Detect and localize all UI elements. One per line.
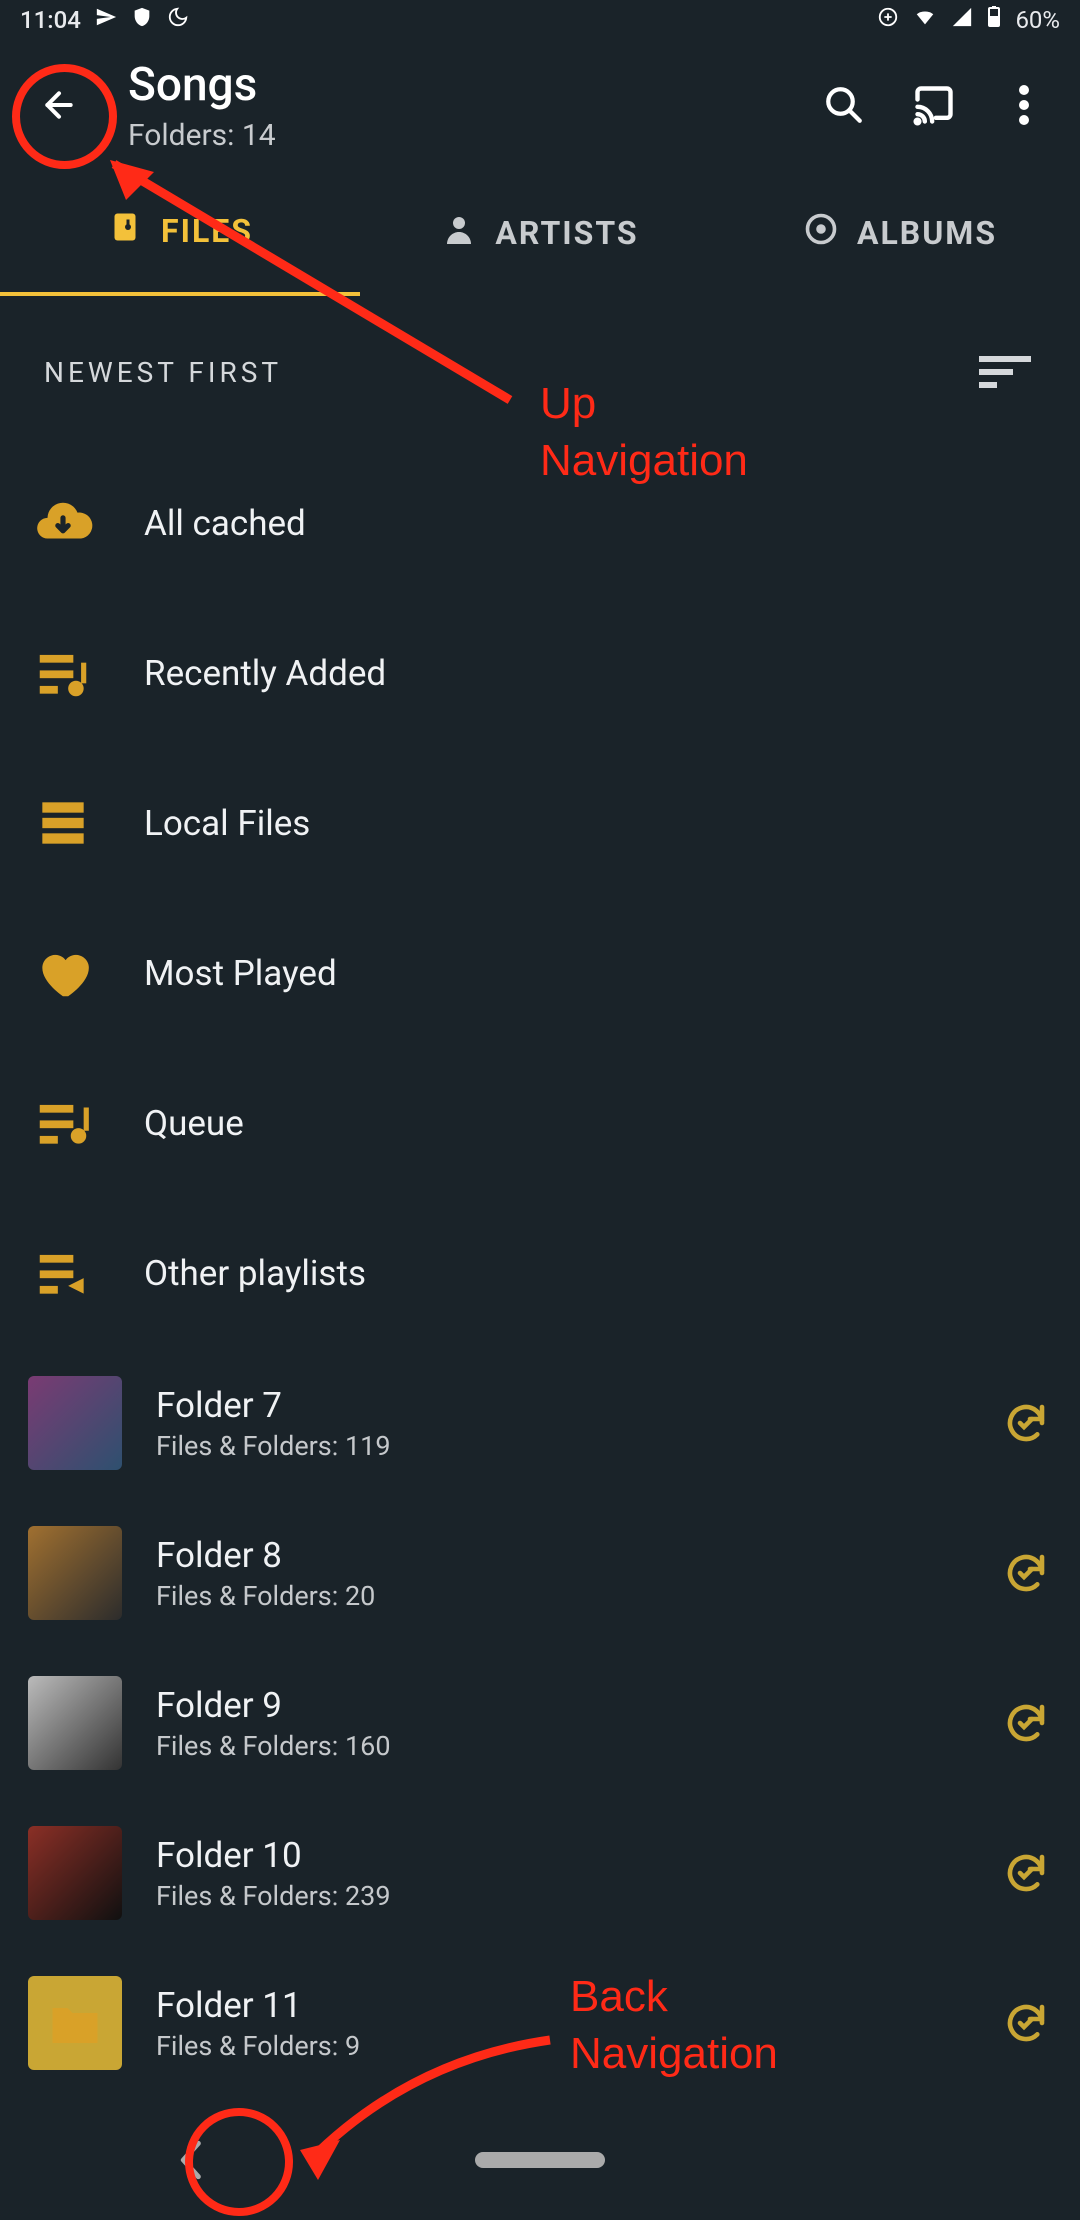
tab-albums-label: ALBUMS <box>857 214 997 252</box>
nav-home-pill[interactable] <box>475 2152 605 2168</box>
list-item-label: Recently Added <box>144 653 386 694</box>
playlist-icon <box>28 1238 98 1308</box>
system-nav-bar <box>0 2100 1080 2220</box>
sync-icon[interactable] <box>1000 1697 1052 1749</box>
status-left: 11:04 <box>20 6 189 34</box>
cloud-download-icon <box>28 488 98 558</box>
folder-meta: Files & Folders: 20 <box>156 1580 375 1612</box>
folder-name: Folder 10 <box>156 1835 391 1876</box>
list-item-most-played[interactable]: Most Played <box>0 898 1080 1048</box>
list-item-label: Local Files <box>144 803 310 844</box>
list-item-all-cached[interactable]: All cached <box>0 448 1080 598</box>
status-time: 11:04 <box>20 6 81 34</box>
queue-icon <box>28 1088 98 1158</box>
paper-plane-icon <box>95 6 117 34</box>
folder-item[interactable]: Folder 11 Files & Folders: 9 <box>0 1948 1080 2098</box>
folder-item[interactable]: Folder 8 Files & Folders: 20 <box>0 1498 1080 1648</box>
sort-row: NEWEST FIRST <box>0 296 1080 448</box>
artists-icon <box>441 211 477 255</box>
folder-name: Folder 11 <box>156 1985 360 2026</box>
folder-thumbnail <box>28 1676 122 1770</box>
back-button[interactable] <box>20 66 98 144</box>
sync-icon[interactable] <box>1000 1547 1052 1599</box>
page-subtitle: Folders: 14 <box>128 118 820 153</box>
files-icon <box>107 209 143 253</box>
storage-icon <box>28 788 98 858</box>
list-item-other-playlists[interactable]: Other playlists <box>0 1198 1080 1348</box>
folder-meta: Files & Folders: 119 <box>156 1430 391 1462</box>
heart-icon <box>28 938 98 1008</box>
page-title: Songs <box>128 58 820 112</box>
tab-files[interactable]: FILES <box>0 170 360 296</box>
file-list: All cached Recently Added Local Files Mo… <box>0 448 1080 2098</box>
folder-thumbnail <box>28 1826 122 1920</box>
moon-icon <box>167 6 189 34</box>
status-bar: 11:04 60% <box>0 0 1080 40</box>
folder-item[interactable]: Folder 7 Files & Folders: 119 <box>0 1348 1080 1498</box>
folder-name: Folder 7 <box>156 1385 391 1426</box>
folder-item[interactable]: Folder 9 Files & Folders: 160 <box>0 1648 1080 1798</box>
battery-text: 60% <box>1015 6 1060 34</box>
wifi-icon <box>913 6 937 34</box>
folder-meta: Files & Folders: 160 <box>156 1730 391 1762</box>
list-item-label: All cached <box>144 503 306 544</box>
tabs: FILES ARTISTS ALBUMS <box>0 170 1080 296</box>
add-circle-icon <box>877 6 899 34</box>
folder-meta: Files & Folders: 9 <box>156 2030 360 2062</box>
folder-thumbnail <box>28 1526 122 1620</box>
app-bar: Songs Folders: 14 <box>0 40 1080 170</box>
folder-thumbnail <box>28 1376 122 1470</box>
nav-back-button[interactable] <box>155 2125 225 2195</box>
list-item-queue[interactable]: Queue <box>0 1048 1080 1198</box>
title-block: Songs Folders: 14 <box>128 58 820 153</box>
list-item-label: Queue <box>144 1103 244 1144</box>
tab-artists[interactable]: ARTISTS <box>360 170 720 296</box>
tab-files-label: FILES <box>161 212 253 250</box>
list-item-label: Most Played <box>144 953 337 994</box>
tab-artists-label: ARTISTS <box>495 214 638 252</box>
sync-icon[interactable] <box>1000 1847 1052 1899</box>
sort-label[interactable]: NEWEST FIRST <box>44 356 282 389</box>
search-icon[interactable] <box>820 81 868 129</box>
more-icon[interactable] <box>1000 81 1048 129</box>
battery-icon <box>987 6 1001 34</box>
sync-icon[interactable] <box>1000 1997 1052 2049</box>
list-item-label: Other playlists <box>144 1253 366 1294</box>
shield-icon <box>131 6 153 34</box>
albums-icon <box>803 211 839 255</box>
folder-name: Folder 8 <box>156 1535 375 1576</box>
tab-albums[interactable]: ALBUMS <box>720 170 1080 296</box>
folder-meta: Files & Folders: 239 <box>156 1880 391 1912</box>
signal-icon <box>951 6 973 34</box>
playlist-add-icon <box>28 638 98 708</box>
appbar-actions <box>820 81 1048 129</box>
cast-icon[interactable] <box>910 81 958 129</box>
list-item-recently-added[interactable]: Recently Added <box>0 598 1080 748</box>
folder-name: Folder 9 <box>156 1685 391 1726</box>
sync-icon[interactable] <box>1000 1397 1052 1449</box>
list-item-local-files[interactable]: Local Files <box>0 748 1080 898</box>
sort-icon[interactable] <box>974 352 1036 392</box>
folder-icon <box>28 1976 122 2070</box>
folder-item[interactable]: Folder 10 Files & Folders: 239 <box>0 1798 1080 1948</box>
status-right: 60% <box>877 6 1060 34</box>
